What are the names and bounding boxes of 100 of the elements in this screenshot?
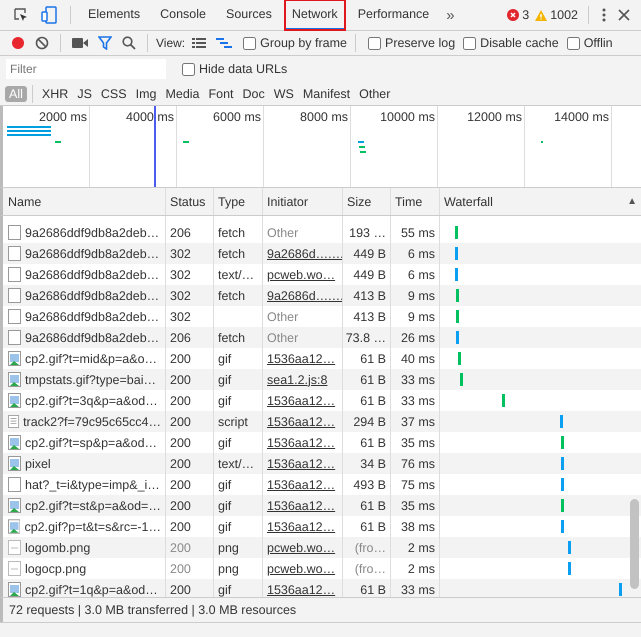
- request-name[interactable]: 9a2686ddf9db8a2deb…: [25, 226, 160, 240]
- type-filter-button[interactable]: Doc: [238, 86, 269, 102]
- checkbox-label[interactable]: Preserve log: [384, 36, 456, 50]
- checkbox[interactable]: [566, 36, 580, 50]
- type-cell: fetch: [218, 330, 246, 344]
- initiator-link[interactable]: 1536aa12…: [267, 394, 336, 408]
- size-cell: 193 …: [349, 226, 386, 240]
- waterfall-view-icon[interactable]: [216, 38, 232, 48]
- initiator-cell: Other: [267, 310, 298, 324]
- type-cell: fetch: [218, 246, 246, 260]
- search-icon[interactable]: [122, 36, 136, 50]
- request-name[interactable]: cp2.gif?t=1q&p=a&od…: [25, 582, 158, 596]
- initiator-link[interactable]: 1536aa12…: [267, 498, 336, 512]
- request-name[interactable]: cp2.gif?t=mid&p=a&o…: [25, 352, 158, 366]
- clear-icon[interactable]: [35, 36, 49, 50]
- request-name[interactable]: hat?_t=i&type=imp&_i…: [25, 478, 160, 492]
- type-filter-button[interactable]: Img: [132, 86, 160, 102]
- column-header[interactable]: Initiator: [267, 194, 308, 208]
- initiator-link[interactable]: 1536aa12…: [267, 352, 336, 366]
- column-header[interactable]: Waterfall: [444, 194, 493, 208]
- checkbox-label[interactable]: Hide data URLs: [199, 62, 288, 76]
- request-name[interactable]: 9a2686ddf9db8a2deb…: [25, 268, 160, 282]
- column-header[interactable]: Time: [395, 194, 422, 208]
- request-name[interactable]: cp2.gif?t=sp&p=a&od…: [25, 436, 158, 450]
- column-header[interactable]: Type: [218, 194, 246, 208]
- request-name[interactable]: logocp.png: [25, 562, 86, 576]
- initiator-link[interactable]: sea1.2.js:8: [267, 372, 328, 386]
- initiator-link[interactable]: 1536aa12…: [267, 582, 336, 596]
- image-file-icon: [8, 351, 21, 366]
- panel-tab[interactable]: Network: [284, 0, 345, 30]
- checkbox[interactable]: [182, 62, 195, 76]
- error-icon: [507, 9, 520, 21]
- waterfall-bar: [455, 268, 458, 281]
- initiator-link[interactable]: 1536aa12…: [267, 436, 336, 450]
- filter-icon[interactable]: [98, 36, 112, 50]
- panel-tab[interactable]: Console: [153, 0, 213, 30]
- initiator-link[interactable]: 1536aa12…: [267, 478, 336, 492]
- size-cell: 449 B: [353, 246, 386, 260]
- checkbox-label[interactable]: Group by frame: [260, 36, 347, 50]
- scrollbar-thumb[interactable]: [630, 499, 639, 589]
- request-name[interactable]: pixel: [25, 456, 51, 470]
- request-name[interactable]: cp2.gif?p=t&t=s&rc=-1…: [24, 520, 161, 534]
- panel-tab[interactable]: Performance: [350, 0, 436, 30]
- column-header[interactable]: Size: [347, 194, 372, 208]
- type-filter-button[interactable]: JS: [73, 86, 96, 102]
- file-icon: [8, 225, 21, 240]
- file-icon: [8, 330, 21, 345]
- time-cell: 33 ms: [400, 582, 435, 596]
- camera-icon[interactable]: [72, 38, 88, 48]
- time-cell: 2 ms: [408, 540, 435, 554]
- size-cell: 61 B: [360, 436, 386, 450]
- request-name[interactable]: cp2.gif?t=3q&p=a&od…: [25, 394, 158, 408]
- type-filter-button[interactable]: WS: [270, 86, 298, 102]
- type-cell: text/…: [218, 268, 254, 282]
- panel-tab[interactable]: Sources: [218, 0, 279, 30]
- request-name[interactable]: cp2.gif?t=st&p=a&od=…: [25, 498, 161, 512]
- checkbox[interactable]: [368, 36, 381, 50]
- initiator-link[interactable]: pcweb.wo…: [267, 562, 336, 576]
- request-name[interactable]: 9a2686ddf9db8a2deb…: [25, 310, 160, 324]
- column-header[interactable]: Name: [8, 194, 42, 208]
- type-filter-button[interactable]: CSS: [96, 86, 131, 102]
- checkbox[interactable]: [243, 36, 256, 50]
- file-icon: [8, 309, 21, 324]
- more-tabs-button[interactable]: »: [442, 6, 459, 24]
- type-filter-button[interactable]: Font: [204, 86, 238, 102]
- initiator-link[interactable]: pcweb.wo…: [267, 268, 336, 282]
- close-icon[interactable]: [618, 9, 630, 21]
- checkbox-label[interactable]: Offlin: [584, 36, 613, 50]
- panel-tab[interactable]: Elements: [81, 0, 148, 30]
- request-name[interactable]: logomb.png: [25, 540, 90, 554]
- type-cell: fetch: [218, 226, 246, 240]
- initiator-link[interactable]: 1536aa12…: [267, 414, 336, 428]
- initiator-link[interactable]: 1536aa12…: [267, 456, 336, 470]
- request-name[interactable]: 9a2686ddf9db8a2deb…: [25, 288, 160, 302]
- device-icon[interactable]: [41, 6, 57, 24]
- type-filter-button[interactable]: XHR: [38, 86, 72, 102]
- type-filter-button[interactable]: Media: [161, 86, 204, 102]
- request-name[interactable]: 9a2686ddf9db8a2deb…: [25, 246, 160, 260]
- initiator-link[interactable]: pcweb.wo…: [267, 540, 336, 554]
- sort-indicator[interactable]: ▲: [627, 196, 637, 207]
- waterfall-bar: [561, 520, 564, 533]
- checkbox-label[interactable]: Disable cache: [480, 36, 559, 50]
- checkbox[interactable]: [463, 36, 476, 50]
- request-name[interactable]: 9a2686ddf9db8a2deb…: [25, 330, 160, 344]
- column-header[interactable]: Status: [170, 194, 206, 208]
- record-icon[interactable]: [11, 36, 25, 50]
- request-name[interactable]: tmpstats.gif?type=bai…: [25, 372, 156, 386]
- filter-field[interactable]: Filter: [6, 59, 166, 79]
- type-cell: text/…: [218, 456, 254, 470]
- time-cell: 40 ms: [400, 352, 435, 366]
- initiator-link[interactable]: 1536aa12…: [267, 520, 336, 534]
- inspect-icon[interactable]: [13, 7, 29, 23]
- waterfall-bar: [455, 226, 458, 239]
- list-view-icon[interactable]: [192, 38, 206, 48]
- size-cell: 61 B: [360, 582, 386, 596]
- type-filter-button[interactable]: Other: [355, 86, 394, 102]
- more-options-icon[interactable]: [602, 8, 606, 22]
- type-cell: script: [218, 414, 248, 428]
- request-name[interactable]: track2?f=79c95c65cc4…: [23, 414, 161, 428]
- type-filter-button[interactable]: Manifest: [298, 86, 354, 102]
